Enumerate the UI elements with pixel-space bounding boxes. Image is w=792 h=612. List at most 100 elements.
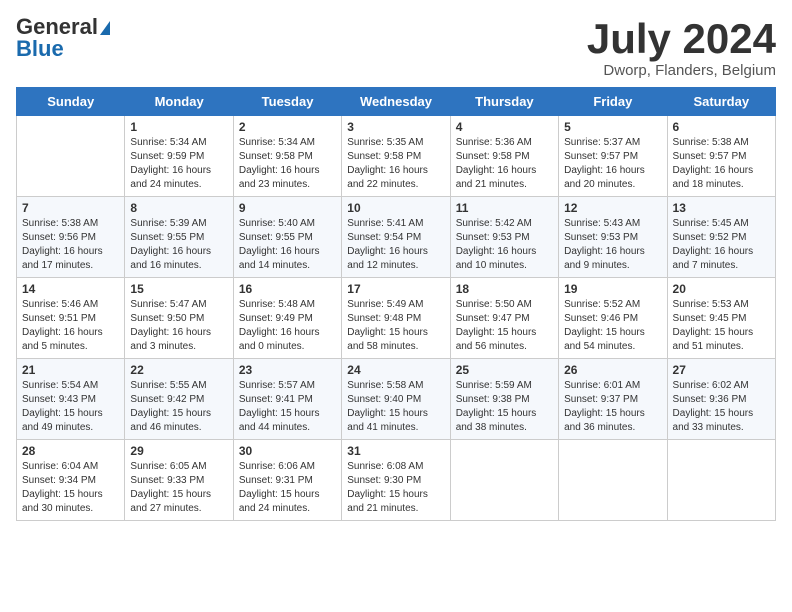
calendar-cell: 16Sunrise: 5:48 AMSunset: 9:49 PMDayligh… — [233, 278, 341, 359]
calendar-cell: 10 Sunrise: 5:41 AMSunset: 9:54 PMDayligh… — [342, 197, 450, 278]
calendar-cell: 18 Sunrise: 5:50 AMSunset: 9:47 PMDayligh… — [450, 278, 558, 359]
day-info: Sunrise: 5:34 AMSunset: 9:59 PMDaylight:… — [130, 136, 227, 192]
day-number: 11 — [456, 201, 553, 215]
header-wednesday: Wednesday — [342, 88, 450, 116]
day-number: 14 — [22, 282, 119, 296]
header-saturday: Saturday — [667, 88, 775, 116]
day-number: 26 — [564, 363, 661, 377]
day-number: 21 — [22, 363, 119, 377]
calendar-cell: 23 Sunrise: 5:57 AMSunset: 9:41 PMDayligh… — [233, 359, 341, 440]
header-monday: Monday — [125, 88, 233, 116]
calendar-cell: 21Sunrise: 5:54 AMSunset: 9:43 PMDayligh… — [17, 359, 125, 440]
calendar-cell: 6 Sunrise: 5:38 AMSunset: 9:57 PMDaylight… — [667, 116, 775, 197]
day-number: 2 — [239, 120, 336, 134]
day-number: 18 — [456, 282, 553, 296]
calendar-cell: 13Sunrise: 5:45 AMSunset: 9:52 PMDayligh… — [667, 197, 775, 278]
day-number: 4 — [456, 120, 553, 134]
calendar-cell: 22 Sunrise: 5:55 AMSunset: 9:42 PMDayligh… — [125, 359, 233, 440]
day-number: 29 — [130, 444, 227, 458]
calendar-cell: 29 Sunrise: 6:05 AMSunset: 9:33 PMDayligh… — [125, 440, 233, 521]
calendar-week-row: 21Sunrise: 5:54 AMSunset: 9:43 PMDayligh… — [17, 359, 776, 440]
calendar-cell: 17Sunrise: 5:49 AMSunset: 9:48 PMDayligh… — [342, 278, 450, 359]
calendar-cell: 2 Sunrise: 5:34 AMSunset: 9:58 PMDaylight… — [233, 116, 341, 197]
day-info: Sunrise: 5:47 AMSunset: 9:50 PMDaylight:… — [130, 298, 227, 354]
calendar-cell: 30 Sunrise: 6:06 AMSunset: 9:31 PMDayligh… — [233, 440, 341, 521]
day-number: 6 — [673, 120, 770, 134]
day-info: Sunrise: 5:38 AMSunset: 9:56 PMDaylight:… — [22, 217, 119, 273]
day-number: 23 — [239, 363, 336, 377]
day-number: 27 — [673, 363, 770, 377]
day-number: 30 — [239, 444, 336, 458]
day-info: Sunrise: 5:48 AMSunset: 9:49 PMDaylight:… — [239, 298, 336, 354]
day-info: Sunrise: 5:39 AMSunset: 9:55 PMDaylight:… — [130, 217, 227, 273]
weekday-header-row: Sunday Monday Tuesday Wednesday Thursday… — [17, 88, 776, 116]
day-info: Sunrise: 5:50 AMSunset: 9:47 PMDaylight:… — [456, 298, 553, 354]
calendar-cell: 27 Sunrise: 6:02 AMSunset: 9:36 PMDayligh… — [667, 359, 775, 440]
day-info: Sunrise: 5:42 AMSunset: 9:53 PMDaylight:… — [456, 217, 553, 273]
logo: General Blue — [16, 16, 110, 60]
day-info: Sunrise: 5:58 AMSunset: 9:40 PMDaylight:… — [347, 379, 444, 435]
calendar-table: Sunday Monday Tuesday Wednesday Thursday… — [16, 87, 776, 521]
day-info: Sunrise: 5:36 AMSunset: 9:58 PMDaylight:… — [456, 136, 553, 192]
header-tuesday: Tuesday — [233, 88, 341, 116]
calendar-cell: 31Sunrise: 6:08 AMSunset: 9:30 PMDayligh… — [342, 440, 450, 521]
day-info: Sunrise: 6:02 AMSunset: 9:36 PMDaylight:… — [673, 379, 770, 435]
day-number: 12 — [564, 201, 661, 215]
calendar-cell: 20 Sunrise: 5:53 AMSunset: 9:45 PMDayligh… — [667, 278, 775, 359]
calendar-cell: 24 Sunrise: 5:58 AMSunset: 9:40 PMDayligh… — [342, 359, 450, 440]
day-info: Sunrise: 6:05 AMSunset: 9:33 PMDaylight:… — [130, 460, 227, 516]
day-number: 7 — [22, 201, 119, 215]
day-number: 19 — [564, 282, 661, 296]
day-info: Sunrise: 5:35 AMSunset: 9:58 PMDaylight:… — [347, 136, 444, 192]
header-sunday: Sunday — [17, 88, 125, 116]
day-number: 20 — [673, 282, 770, 296]
day-number: 24 — [347, 363, 444, 377]
day-info: Sunrise: 5:52 AMSunset: 9:46 PMDaylight:… — [564, 298, 661, 354]
day-info: Sunrise: 6:04 AMSunset: 9:34 PMDaylight:… — [22, 460, 119, 516]
calendar-week-row: 1 Sunrise: 5:34 AMSunset: 9:59 PMDaylight… — [17, 116, 776, 197]
calendar-cell: 4 Sunrise: 5:36 AMSunset: 9:58 PMDaylight… — [450, 116, 558, 197]
calendar-week-row: 14 Sunrise: 5:46 AMSunset: 9:51 PMDayligh… — [17, 278, 776, 359]
day-info: Sunrise: 5:41 AMSunset: 9:54 PMDaylight:… — [347, 217, 444, 273]
day-info: Sunrise: 5:59 AMSunset: 9:38 PMDaylight:… — [456, 379, 553, 435]
calendar-cell: 19 Sunrise: 5:52 AMSunset: 9:46 PMDayligh… — [559, 278, 667, 359]
day-info: Sunrise: 5:53 AMSunset: 9:45 PMDaylight:… — [673, 298, 770, 354]
day-number: 5 — [564, 120, 661, 134]
calendar-cell — [667, 440, 775, 521]
page-header: General Blue July 2024 Dworp, Flanders, … — [16, 16, 776, 79]
calendar-cell: 14 Sunrise: 5:46 AMSunset: 9:51 PMDayligh… — [17, 278, 125, 359]
calendar-cell — [17, 116, 125, 197]
day-number: 28 — [22, 444, 119, 458]
day-number: 25 — [456, 363, 553, 377]
logo-general-text: General — [16, 16, 98, 38]
calendar-cell: 28 Sunrise: 6:04 AMSunset: 9:34 PMDayligh… — [17, 440, 125, 521]
day-info: Sunrise: 5:55 AMSunset: 9:42 PMDaylight:… — [130, 379, 227, 435]
day-number: 15 — [130, 282, 227, 296]
calendar-cell: 11 Sunrise: 5:42 AMSunset: 9:53 PMDayligh… — [450, 197, 558, 278]
day-info: Sunrise: 5:43 AMSunset: 9:53 PMDaylight:… — [564, 217, 661, 273]
day-number: 1 — [130, 120, 227, 134]
day-number: 8 — [130, 201, 227, 215]
calendar-cell: 8 Sunrise: 5:39 AMSunset: 9:55 PMDaylight… — [125, 197, 233, 278]
calendar-cell: 1 Sunrise: 5:34 AMSunset: 9:59 PMDaylight… — [125, 116, 233, 197]
day-info: Sunrise: 5:34 AMSunset: 9:58 PMDaylight:… — [239, 136, 336, 192]
day-number: 22 — [130, 363, 227, 377]
day-info: Sunrise: 6:06 AMSunset: 9:31 PMDaylight:… — [239, 460, 336, 516]
calendar-cell: 26 Sunrise: 6:01 AMSunset: 9:37 PMDayligh… — [559, 359, 667, 440]
calendar-cell: 5 Sunrise: 5:37 AMSunset: 9:57 PMDaylight… — [559, 116, 667, 197]
calendar-week-row: 7 Sunrise: 5:38 AMSunset: 9:56 PMDaylight… — [17, 197, 776, 278]
header-friday: Friday — [559, 88, 667, 116]
day-number: 9 — [239, 201, 336, 215]
day-info: Sunrise: 5:38 AMSunset: 9:57 PMDaylight:… — [673, 136, 770, 192]
location-text: Dworp, Flanders, Belgium — [587, 62, 776, 79]
day-info: Sunrise: 5:37 AMSunset: 9:57 PMDaylight:… — [564, 136, 661, 192]
day-info: Sunrise: 5:57 AMSunset: 9:41 PMDaylight:… — [239, 379, 336, 435]
calendar-cell: 15 Sunrise: 5:47 AMSunset: 9:50 PMDayligh… — [125, 278, 233, 359]
calendar-cell — [450, 440, 558, 521]
day-number: 3 — [347, 120, 444, 134]
logo-triangle-icon — [100, 21, 110, 35]
month-title: July 2024 — [587, 16, 776, 62]
day-info: Sunrise: 6:01 AMSunset: 9:37 PMDaylight:… — [564, 379, 661, 435]
day-number: 10 — [347, 201, 444, 215]
day-info: Sunrise: 5:46 AMSunset: 9:51 PMDaylight:… — [22, 298, 119, 354]
